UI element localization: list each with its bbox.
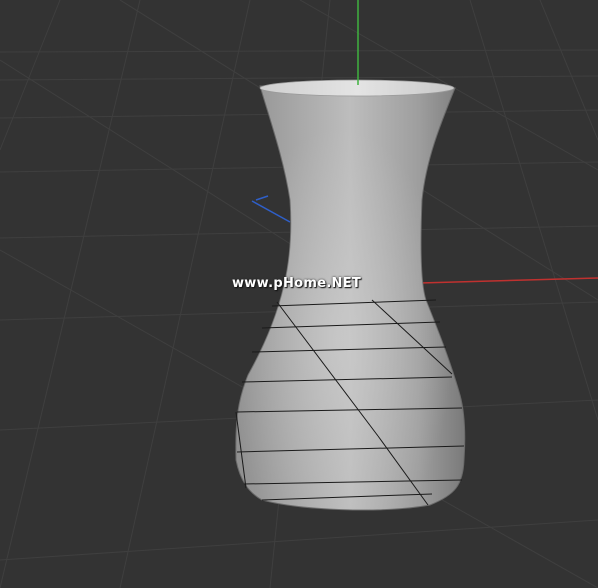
z-axis-tick [255,195,269,201]
x-axis [419,277,598,284]
vase-top-opening [259,79,455,97]
vase-object[interactable] [235,79,466,511]
3d-viewport[interactable]: www.pHome.NET [0,0,598,588]
watermark-text: www.pHome.NET [232,276,362,291]
viewport-canvas[interactable] [0,0,598,588]
z-axis [251,200,291,223]
